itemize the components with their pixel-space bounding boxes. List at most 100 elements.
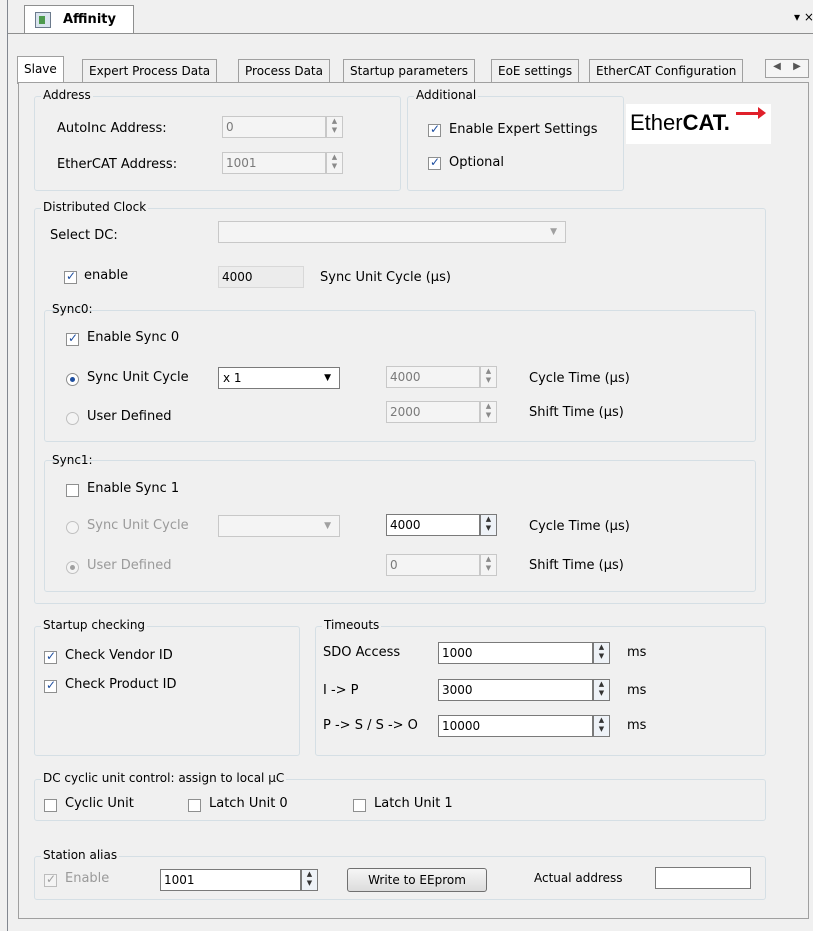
p-to-s-input[interactable]: 10000 xyxy=(438,715,593,737)
enable-sync0-label: Enable Sync 0 xyxy=(87,330,180,345)
p-to-s-label: P -> S / S -> O xyxy=(323,718,418,733)
check-vendor-id-checkbox[interactable] xyxy=(44,649,57,664)
sync0-cycle-time-spinner[interactable]: ▲ ▼ xyxy=(480,366,497,388)
station-alias-input[interactable]: 1001 xyxy=(160,869,301,891)
sync1-cycle-time-input[interactable]: 4000 xyxy=(386,514,480,536)
cyclic-unit-label: Cyclic Unit xyxy=(65,796,134,811)
ethercat-logo-text: EtherCAT. xyxy=(630,110,730,135)
sync0-cycle-time-input[interactable]: 4000 xyxy=(386,366,480,388)
tab-process-data[interactable]: Process Data xyxy=(238,59,330,83)
p-to-s-unit: ms xyxy=(627,718,647,733)
tab-strip-divider xyxy=(8,33,813,34)
autoinc-address-input[interactable]: 0 xyxy=(222,116,326,138)
device-icon xyxy=(35,12,51,28)
sync0-user-defined-radio[interactable] xyxy=(66,412,79,425)
sync1-sync-unit-cycle-radio[interactable] xyxy=(66,521,79,534)
autoinc-spinner[interactable]: ▲ ▼ xyxy=(326,116,343,138)
sdo-access-input[interactable]: 1000 xyxy=(438,642,593,664)
dc-enable-label: enable xyxy=(84,268,129,283)
tab-expert-process-data[interactable]: Expert Process Data xyxy=(82,59,218,83)
chevron-down-icon: ▼ xyxy=(550,227,557,237)
additional-group: Additional xyxy=(407,88,624,191)
sync1-user-defined-radio[interactable] xyxy=(66,561,79,574)
cyclic-unit-checkbox[interactable] xyxy=(44,799,57,812)
enable-sync0-checkbox[interactable] xyxy=(66,331,79,346)
tab-eoe-settings[interactable]: EoE settings xyxy=(491,59,580,83)
sync0-user-defined-label: User Defined xyxy=(87,409,172,424)
select-dc-label: Select DC: xyxy=(50,228,118,243)
p-to-s-spinner[interactable]: ▲ ▼ xyxy=(593,715,610,737)
sdo-access-unit: ms xyxy=(627,645,647,660)
sync0-shift-time-label: Shift Time (µs) xyxy=(529,405,624,420)
latch-unit0-checkbox[interactable] xyxy=(188,799,201,812)
ethercat-address-spinner[interactable]: ▲ ▼ xyxy=(326,152,343,174)
sync0-shift-time-spinner[interactable]: ▲ ▼ xyxy=(480,401,497,423)
address-group: Address xyxy=(34,88,401,191)
actual-address-label: Actual address xyxy=(534,871,623,885)
document-tab-affinity[interactable]: Affinity xyxy=(24,5,134,34)
sync1-cycle-time-spinner[interactable]: ▲ ▼ xyxy=(480,514,497,536)
enable-expert-settings-checkbox[interactable] xyxy=(428,122,441,137)
actual-address-field xyxy=(655,867,751,889)
alias-enable-checkbox[interactable] xyxy=(44,872,57,887)
sync0-sync-unit-cycle-label: Sync Unit Cycle xyxy=(87,370,189,385)
dc-enable-checkbox[interactable] xyxy=(64,269,77,284)
ethercat-address-label: EtherCAT Address: xyxy=(57,157,178,172)
sdo-access-label: SDO Access xyxy=(323,645,401,660)
sync0-sync-unit-cycle-radio[interactable] xyxy=(66,373,79,386)
select-dc-dropdown[interactable]: ▼ xyxy=(218,221,566,243)
sync0-title: Sync0: xyxy=(52,302,93,316)
sync0-multiplier-value: x 1 xyxy=(223,371,242,385)
timeouts-title: Timeouts xyxy=(322,618,382,632)
sync1-sync-unit-cycle-label: Sync Unit Cycle xyxy=(87,518,189,533)
station-alias-title: Station alias xyxy=(41,848,120,862)
optional-checkbox[interactable] xyxy=(428,155,441,170)
enable-expert-settings-label: Enable Expert Settings xyxy=(449,122,598,137)
chevron-down-icon: ▼ xyxy=(324,373,331,383)
sync0-multiplier-dropdown[interactable]: x 1 ▼ xyxy=(218,367,340,389)
tab-scroll-right-icon[interactable]: ▶ xyxy=(788,61,806,72)
tab-startup-parameters[interactable]: Startup parameters xyxy=(343,59,475,83)
tab-slave[interactable]: Slave xyxy=(17,56,64,84)
chevron-down-icon: ▼ xyxy=(324,521,331,531)
write-to-eeprom-button[interactable]: Write to EEprom xyxy=(347,868,487,892)
additional-group-title: Additional xyxy=(414,88,479,102)
sync1-title: Sync1: xyxy=(52,453,93,467)
i-to-p-unit: ms xyxy=(627,683,647,698)
latch-unit0-label: Latch Unit 0 xyxy=(209,796,288,811)
check-product-id-label: Check Product ID xyxy=(65,677,177,692)
sync1-multiplier-dropdown[interactable]: ▼ xyxy=(218,515,340,537)
enable-sync1-checkbox[interactable] xyxy=(66,484,79,497)
dc-cyclic-unit-title: DC cyclic unit control: assign to local … xyxy=(41,771,287,785)
sync-unit-cycle-label: Sync Unit Cycle (µs) xyxy=(320,270,451,285)
sync0-shift-time-input[interactable]: 2000 xyxy=(386,401,480,423)
latch-unit1-label: Latch Unit 1 xyxy=(374,796,453,811)
logo-arrow-icon xyxy=(758,107,766,119)
check-product-id-checkbox[interactable] xyxy=(44,678,57,693)
autoinc-address-label: AutoInc Address: xyxy=(57,121,167,136)
sync0-cycle-time-label: Cycle Time (µs) xyxy=(529,371,630,386)
i-to-p-input[interactable]: 3000 xyxy=(438,679,593,701)
tab-scroll-left-icon[interactable]: ◀ xyxy=(768,61,786,72)
window-menu-close-icon[interactable]: ▾ × xyxy=(794,10,813,24)
tab-scroll-buttons: ◀ ▶ xyxy=(765,59,809,78)
latch-unit1-checkbox[interactable] xyxy=(353,799,366,812)
startup-checking-title: Startup checking xyxy=(41,618,148,632)
i-to-p-spinner[interactable]: ▲ ▼ xyxy=(593,679,610,701)
address-group-title: Address xyxy=(41,88,93,102)
sync1-shift-time-spinner[interactable]: ▲ ▼ xyxy=(480,554,497,576)
ethercat-address-input[interactable]: 1001 xyxy=(222,152,326,174)
sdo-access-spinner[interactable]: ▲ ▼ xyxy=(593,642,610,664)
tab-ethercat-configuration[interactable]: EtherCAT Configuration xyxy=(589,59,744,83)
sync1-cycle-time-label: Cycle Time (µs) xyxy=(529,519,630,534)
station-alias-spinner[interactable]: ▲ ▼ xyxy=(301,869,318,891)
alias-enable-label: Enable xyxy=(65,871,110,886)
optional-label: Optional xyxy=(449,155,504,170)
enable-sync1-label: Enable Sync 1 xyxy=(87,481,180,496)
sync1-user-defined-label: User Defined xyxy=(87,558,172,573)
distributed-clock-title: Distributed Clock xyxy=(41,200,149,214)
sync1-shift-time-input[interactable]: 0 xyxy=(386,554,480,576)
sync1-shift-time-label: Shift Time (µs) xyxy=(529,558,624,573)
sync-unit-cycle-input[interactable]: 4000 xyxy=(218,266,304,288)
i-to-p-label: I -> P xyxy=(323,683,359,698)
